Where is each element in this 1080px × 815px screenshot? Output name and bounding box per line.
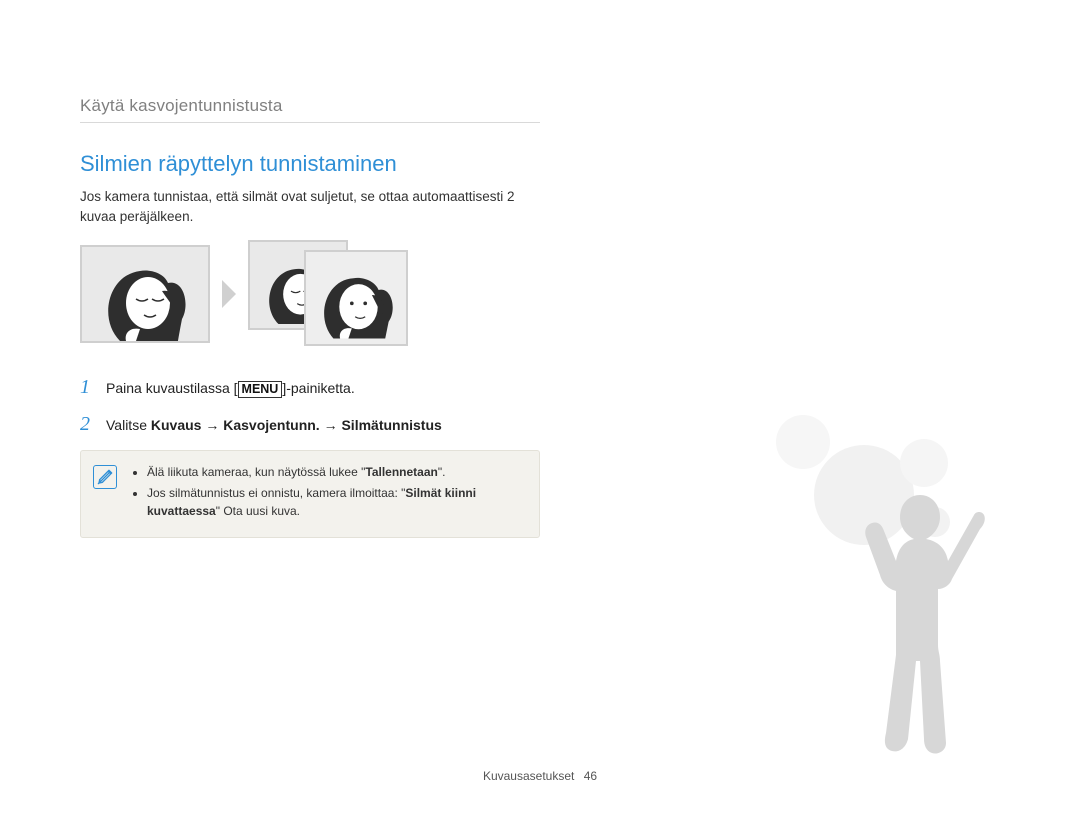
bubble-icon	[920, 507, 950, 537]
page-footer: Kuvausasetukset 46	[0, 769, 1080, 783]
footer-page-number: 46	[584, 769, 597, 783]
result-photo-front	[304, 250, 408, 346]
note-text: " Ota uusi kuva.	[216, 504, 300, 518]
section-title: Silmien räpyttelyn tunnistaminen	[80, 151, 540, 177]
step-number: 1	[80, 376, 96, 399]
steps-list: 1 Paina kuvaustilassa [MENU]-painiketta.…	[80, 376, 540, 538]
breadcrumb: Käytä kasvojentunnistusta	[80, 96, 540, 116]
bubble-icon	[900, 439, 948, 487]
step-text-prefix: Paina kuvaustilassa [	[106, 380, 238, 396]
step-2: 2 Valitse Kuvaus → Kasvojentunn. → Silmä…	[80, 413, 540, 436]
note-text: Älä liikuta kameraa, kun näytössä lukee …	[147, 465, 365, 479]
footer-section-label: Kuvausasetukset	[483, 769, 574, 783]
note-item: Älä liikuta kameraa, kun näytössä lukee …	[147, 463, 525, 482]
decorative-silhouette	[770, 415, 1010, 755]
step-number: 2	[80, 413, 96, 436]
menu-button-label: MENU	[238, 381, 283, 398]
step-body: Valitse Kuvaus → Kasvojentunn. → Silmätu…	[106, 415, 442, 436]
step-text-suffix: ]-painiketta.	[282, 380, 354, 396]
result-photos-stack	[248, 240, 408, 348]
step-body: Paina kuvaustilassa [MENU]-painiketta.	[106, 378, 355, 399]
step-1: 1 Paina kuvaustilassa [MENU]-painiketta.	[80, 376, 540, 399]
horizontal-rule	[80, 122, 540, 123]
example-photo-eyes-closed	[80, 245, 210, 343]
note-text: Jos silmätunnistus ei onnistu, kamera il…	[147, 486, 405, 500]
example-images-row	[80, 240, 540, 348]
note-block: Älä liikuta kameraa, kun näytössä lukee …	[80, 450, 540, 538]
step-text-prefix: Valitse	[106, 417, 151, 433]
bubble-icon	[814, 445, 914, 545]
page-content: Käytä kasvojentunnistusta Silmien räpytt…	[0, 0, 620, 538]
note-bold: Tallennetaan	[365, 465, 437, 479]
arrow-right-icon	[222, 280, 236, 308]
note-icon	[93, 465, 117, 489]
step-path: Kuvaus → Kasvojentunn. → Silmätunnistus	[151, 417, 442, 433]
intro-text: Jos kamera tunnistaa, että silmät ovat s…	[80, 187, 540, 226]
child-silhouette-icon	[848, 495, 988, 755]
bubble-icon	[776, 415, 830, 469]
note-item: Jos silmätunnistus ei onnistu, kamera il…	[147, 484, 525, 521]
note-list: Älä liikuta kameraa, kun näytössä lukee …	[131, 463, 525, 523]
note-text: ".	[438, 465, 446, 479]
